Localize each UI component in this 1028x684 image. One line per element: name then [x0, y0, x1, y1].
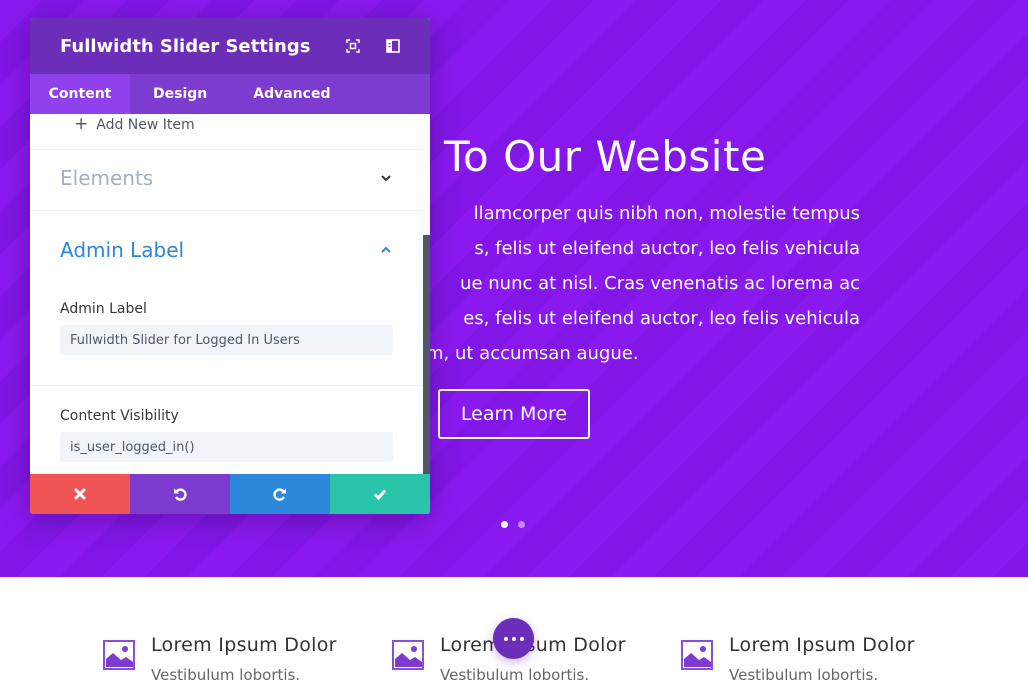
divider — [30, 385, 423, 386]
modal-body: + Add New Item Elements Admin Label Admi… — [30, 114, 430, 474]
slider-pagination — [501, 521, 525, 528]
toggle-admin-label-title: Admin Label — [60, 238, 185, 262]
admin-label-input[interactable] — [60, 325, 393, 355]
blurb: Lorem Ipsum Dolor Vestibulum lobortis. — [681, 634, 915, 684]
content-visibility-input[interactable] — [60, 432, 393, 462]
settings-modal: Fullwidth Slider Settings Content Design… — [30, 18, 430, 514]
more-dots-icon — [511, 636, 516, 641]
tab-content[interactable]: Content — [30, 74, 130, 114]
learn-more-button[interactable]: Learn More — [438, 389, 590, 439]
modal-action-bar — [30, 474, 430, 514]
sidebar-toggle-icon[interactable] — [386, 39, 400, 53]
redo-button[interactable] — [230, 474, 330, 514]
blurb-text: Vestibulum lobortis. — [151, 666, 301, 684]
divider — [30, 149, 423, 150]
image-icon — [681, 640, 713, 670]
divider — [30, 210, 423, 211]
expand-icon[interactable] — [346, 39, 360, 53]
add-new-item-label: Add New Item — [96, 116, 195, 133]
content-visibility-label: Content Visibility — [60, 408, 179, 424]
admin-label-label: Admin Label — [60, 301, 147, 317]
plus-icon: + — [74, 114, 89, 134]
redo-icon — [273, 488, 286, 501]
blurb-title: Lorem Ipsum Dolor — [729, 634, 915, 656]
tab-advanced[interactable]: Advanced — [230, 74, 353, 114]
modal-title: Fullwidth Slider Settings — [60, 35, 311, 57]
undo-button[interactable] — [130, 474, 230, 514]
image-icon — [392, 640, 424, 670]
scrollbar[interactable] — [423, 235, 430, 474]
close-icon — [74, 488, 86, 500]
more-dots-icon — [519, 636, 524, 641]
chevron-down-icon — [381, 175, 391, 182]
chevron-up-icon — [381, 246, 391, 253]
slider-dot-1[interactable] — [501, 521, 508, 528]
toggle-elements[interactable]: Elements — [60, 166, 393, 190]
image-icon — [103, 640, 135, 670]
discard-button[interactable] — [30, 474, 130, 514]
add-new-item-button[interactable]: + Add New Item — [74, 116, 195, 133]
modal-tabs: Content Design Advanced — [30, 74, 430, 114]
blurb-title: Lorem Ipsum Dolor — [151, 634, 337, 656]
more-options-button[interactable] — [493, 618, 534, 659]
save-button[interactable] — [330, 474, 430, 514]
modal-header: Fullwidth Slider Settings — [30, 18, 430, 74]
more-dots-icon — [503, 636, 508, 641]
tab-design[interactable]: Design — [130, 74, 230, 114]
slider-dot-2[interactable] — [518, 521, 525, 528]
check-icon — [373, 489, 387, 501]
slide-title: To Our Website — [444, 132, 767, 181]
blurb-text: Vestibulum lobortis. — [440, 666, 590, 684]
undo-icon — [174, 488, 187, 501]
blurb-text: Vestibulum lobortis. — [729, 666, 879, 684]
blurb: Lorem Ipsum Dolor Vestibulum lobortis. — [103, 634, 337, 684]
toggle-elements-title: Elements — [60, 166, 154, 190]
toggle-admin-label[interactable]: Admin Label — [60, 238, 393, 262]
